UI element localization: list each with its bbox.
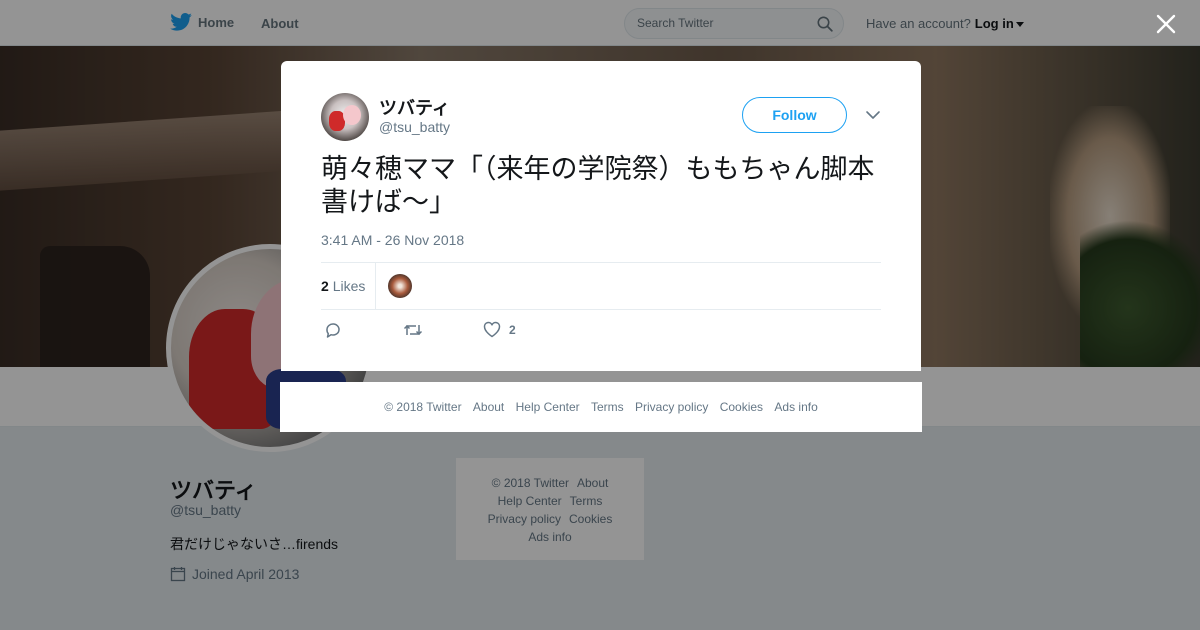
tweet-modal: ツバティ @tsu_batty Follow 萌々穂ママ「（来年の学院祭）ももち… [281, 61, 921, 371]
footer-about-link[interactable]: About [473, 400, 504, 414]
tweet-text: 萌々穂ママ「（来年の学院祭）ももちゃん脚本書けば〜」 [321, 154, 875, 218]
footer-copyright: © 2018 Twitter [384, 400, 462, 414]
tweet-author-name[interactable]: ツバティ [379, 94, 450, 120]
tweet-timestamp[interactable]: 3:41 AM - 26 Nov 2018 [321, 232, 464, 248]
retweet-button[interactable] [403, 321, 423, 339]
like-button[interactable]: 2 [483, 321, 516, 338]
likes-label: Likes [332, 278, 366, 294]
close-icon[interactable] [1154, 12, 1178, 36]
tweet-author-avatar[interactable] [321, 93, 369, 141]
heart-icon [483, 321, 501, 338]
likes-count[interactable]: 2 Likes [321, 278, 365, 294]
retweet-icon [403, 324, 423, 336]
reply-button[interactable] [324, 321, 342, 339]
footer-ads-link[interactable]: Ads info [774, 400, 817, 414]
footer-privacy-link[interactable]: Privacy policy [635, 400, 708, 414]
likes-number: 2 [321, 278, 329, 294]
like-count: 2 [509, 322, 516, 337]
footer-help-link[interactable]: Help Center [516, 400, 580, 414]
reply-icon [326, 323, 340, 338]
likes-divider [375, 263, 376, 309]
tweet-author-handle[interactable]: @tsu_batty [379, 119, 450, 135]
modal-footer: © 2018 Twitter About Help Center Terms P… [280, 382, 922, 432]
likes-row: 2 Likes [321, 262, 881, 310]
liker-avatar[interactable] [388, 274, 412, 298]
follow-button[interactable]: Follow [742, 97, 847, 133]
chevron-down-icon[interactable] [865, 109, 881, 121]
footer-terms-link[interactable]: Terms [591, 400, 624, 414]
avatar-plush-pink [343, 105, 361, 125]
footer-cookies-link[interactable]: Cookies [720, 400, 763, 414]
